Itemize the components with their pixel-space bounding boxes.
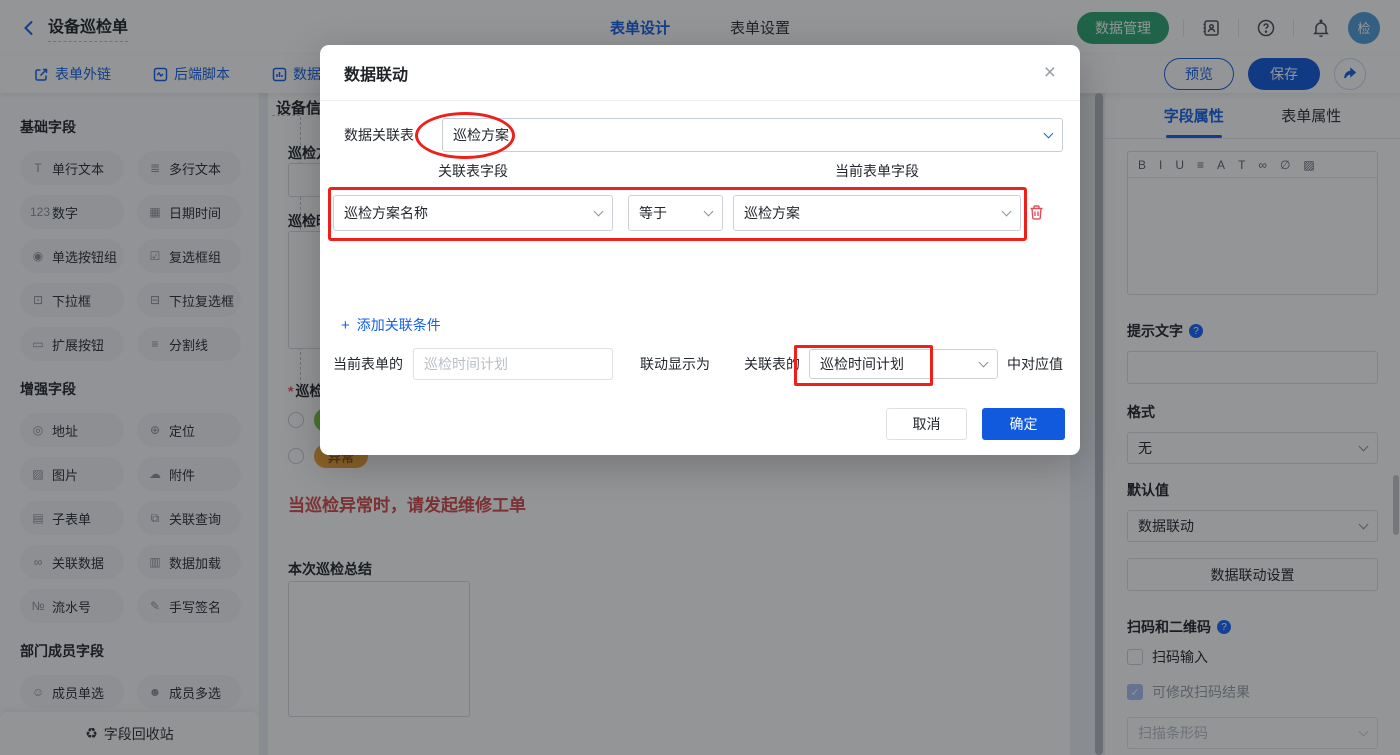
- modal-title: 数据联动: [344, 66, 409, 84]
- condition-operator-select[interactable]: 等于: [628, 195, 723, 231]
- condition-field-select[interactable]: 巡检方案名称: [333, 195, 613, 231]
- trash-icon: [1030, 205, 1043, 220]
- relation-table-label: 数据关联表: [344, 127, 414, 143]
- data-linkage-modal: 数据联动 × 数据关联表 巡检方案 关联表字段 当前表单字段 巡检方案名称 等于…: [320, 45, 1080, 455]
- relation-table-row: 数据关联表 巡检方案: [344, 118, 1063, 152]
- condition-value-select[interactable]: 巡检方案: [733, 195, 1021, 231]
- chevron-down-icon: [1043, 128, 1054, 138]
- display-as-label: 联动显示为: [640, 356, 710, 372]
- add-condition-link[interactable]: + 添加关联条件: [341, 315, 441, 335]
- plus-icon: +: [341, 316, 350, 334]
- cancel-button[interactable]: 取消: [886, 408, 967, 440]
- chevron-down-icon: [593, 206, 604, 216]
- column-header-left: 关联表字段: [438, 163, 508, 179]
- chevron-down-icon: [1001, 206, 1012, 216]
- relation-field-select[interactable]: 巡检时间计划: [809, 349, 998, 379]
- current-field-input[interactable]: [413, 348, 613, 380]
- modal-footer: 取消 确定: [886, 408, 1065, 440]
- column-header-right: 当前表单字段: [835, 163, 919, 179]
- app-root: 设备巡检单 表单设计 表单设置 数据管理 检 表单外链 后端脚本 预览 保存 基…: [0, 0, 1400, 755]
- chevron-down-icon: [978, 357, 989, 367]
- current-form-label: 当前表单的: [333, 356, 403, 372]
- confirm-button[interactable]: 确定: [982, 408, 1065, 440]
- linkage-display-row: 当前表单的 联动显示为 关联表的 巡检时间计划 中对应值: [333, 348, 1063, 380]
- modal-header: 数据联动 ×: [320, 45, 1080, 101]
- condition-row: 巡检方案名称 等于 巡检方案: [320, 195, 1080, 231]
- close-icon[interactable]: ×: [1044, 62, 1056, 83]
- chevron-down-icon: [703, 206, 714, 216]
- relation-table-select[interactable]: 巡检方案: [442, 118, 1063, 152]
- delete-condition-button[interactable]: [1028, 204, 1045, 221]
- relation-of-label: 关联表的: [744, 356, 800, 372]
- suffix-label: 中对应值: [1007, 356, 1063, 372]
